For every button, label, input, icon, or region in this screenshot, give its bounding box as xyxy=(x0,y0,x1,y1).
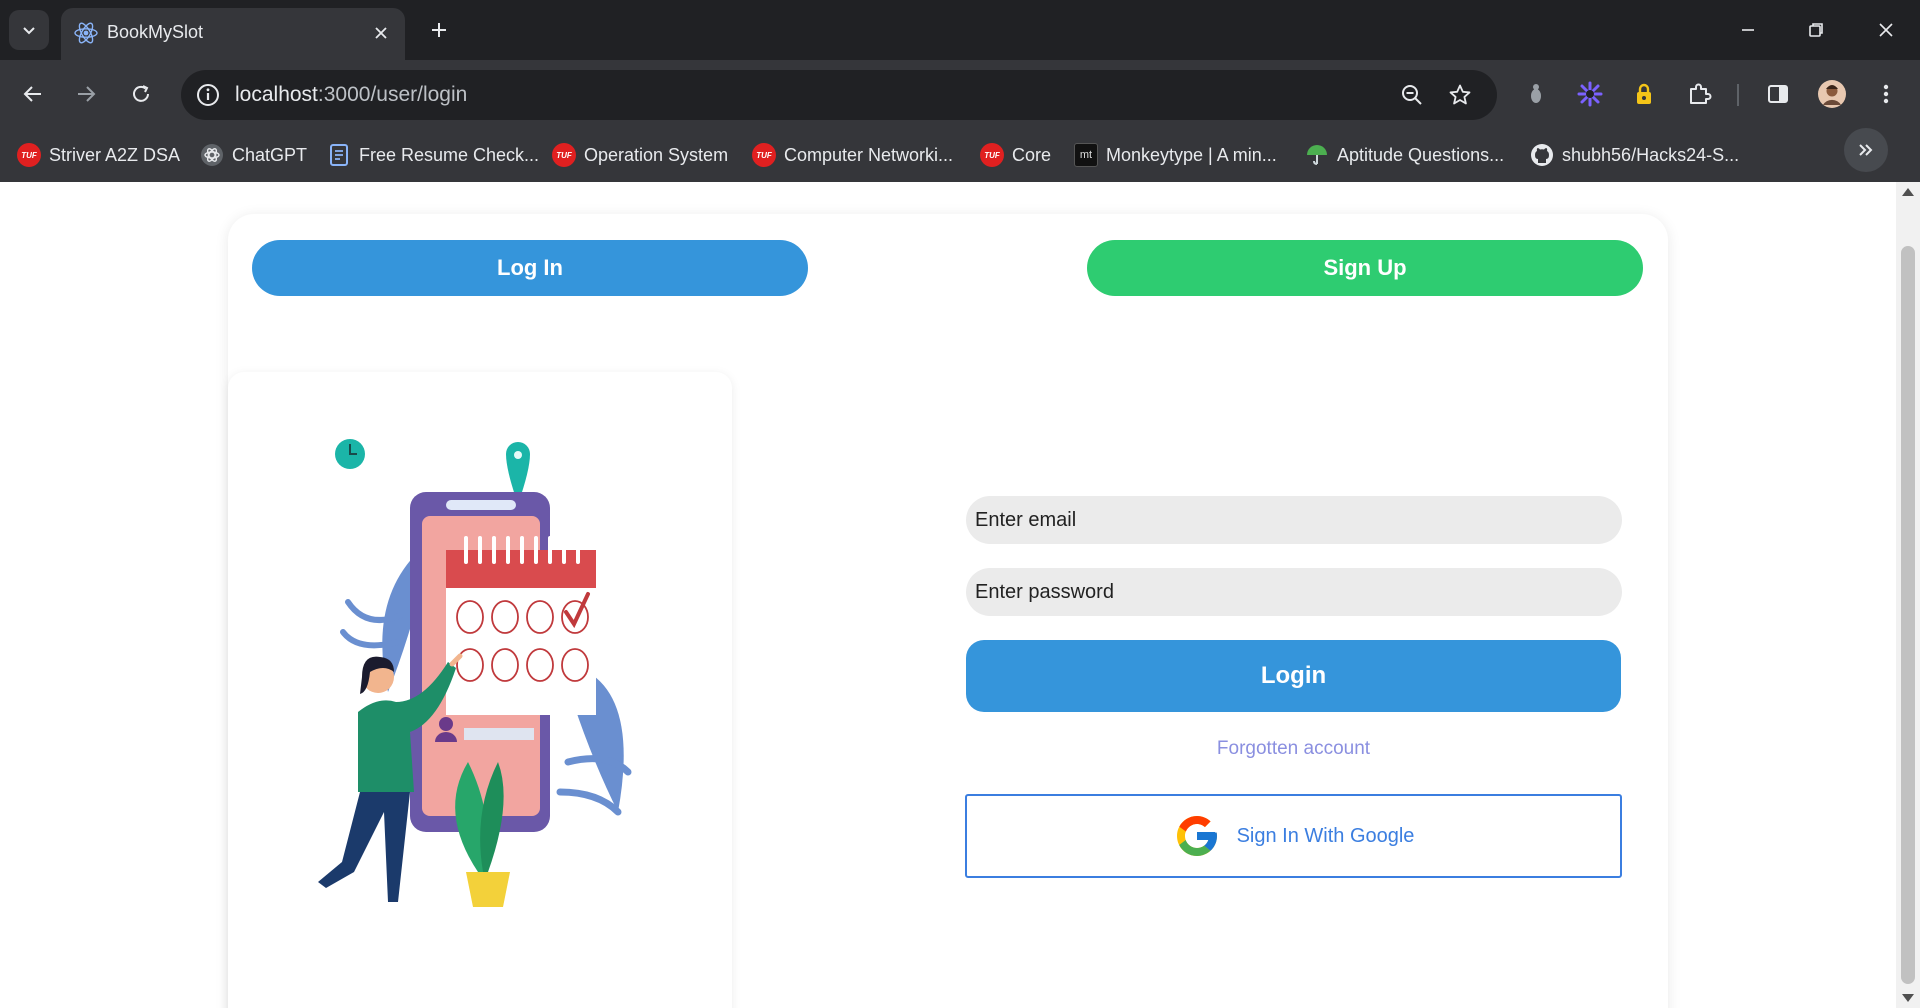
tuf-icon: TUF xyxy=(980,143,1004,167)
reload-button[interactable] xyxy=(121,74,161,114)
arrow-left-icon xyxy=(23,86,41,102)
bookmark-item[interactable]: TUF Computer Networki... xyxy=(752,138,953,172)
address-bar[interactable]: localhost:3000/user/login xyxy=(181,70,1497,120)
double-chevron-right-icon xyxy=(1859,144,1873,156)
indiabix-icon xyxy=(1305,143,1329,167)
bookmark-label: Aptitude Questions... xyxy=(1337,144,1505,165)
booking-illustration xyxy=(318,439,632,907)
extension-button[interactable] xyxy=(1520,78,1552,110)
bookmark-label: Computer Networki... xyxy=(784,144,954,165)
bookmark-label: ChatGPT xyxy=(232,144,308,165)
google-signin-label: Sign In With Google xyxy=(1236,824,1415,847)
bookmark-item[interactable]: mt Monkeytype | A min... xyxy=(1074,138,1277,172)
puzzle-icon xyxy=(1690,83,1712,104)
password-input[interactable] xyxy=(966,568,1622,616)
page-viewport: Log In Sign Up Enter email Login Forgott… xyxy=(0,182,1896,1008)
bookmark-item[interactable]: TUF Striver A2Z DSA xyxy=(17,138,180,172)
toolbar-separator xyxy=(1737,84,1739,106)
login-submit-button[interactable]: Login xyxy=(966,640,1621,712)
chatgpt-icon xyxy=(200,143,224,167)
avatar-icon xyxy=(1818,80,1846,108)
url-path: :3000/user/login xyxy=(317,83,468,106)
close-icon xyxy=(1879,23,1893,37)
minimize-button[interactable] xyxy=(1728,12,1768,48)
github-icon xyxy=(1530,143,1554,167)
bookmark-label: Free Resume Check... xyxy=(359,144,540,165)
resume-icon xyxy=(327,143,351,167)
tuf-icon: TUF xyxy=(552,143,576,167)
bookmark-label: Monkeytype | A min... xyxy=(1106,144,1277,165)
react-icon xyxy=(74,22,98,44)
bookmark-label: shubh56/Hacks24-S... xyxy=(1562,144,1740,165)
bookmark-item[interactable]: shubh56/Hacks24-S... xyxy=(1530,138,1739,172)
bookmark-star-button[interactable] xyxy=(1446,81,1474,109)
url-host: localhost xyxy=(235,83,318,106)
tuf-icon: TUF xyxy=(17,143,41,167)
login-tab-button[interactable]: Log In xyxy=(252,240,808,296)
star-icon xyxy=(1449,84,1471,105)
extensions-menu-button[interactable] xyxy=(1683,78,1715,110)
restore-icon xyxy=(1809,23,1823,37)
sparkle-extension-icon xyxy=(1577,81,1603,107)
tuf-icon: TUF xyxy=(752,143,776,167)
side-panel-icon xyxy=(1768,85,1788,103)
bookmark-item[interactable]: Free Resume Check... xyxy=(327,138,539,172)
bookmark-item[interactable]: TUF Operation System xyxy=(552,138,728,172)
back-button[interactable] xyxy=(13,74,53,114)
scroll-down-arrow[interactable] xyxy=(1902,994,1914,1002)
side-panel-button[interactable] xyxy=(1762,78,1794,110)
bookmark-item[interactable]: TUF Core xyxy=(980,138,1051,172)
kebab-menu-icon xyxy=(1883,84,1889,104)
extension-button[interactable] xyxy=(1574,78,1606,110)
scroll-thumb[interactable] xyxy=(1901,246,1915,984)
illustration-card xyxy=(228,372,732,1008)
close-window-button[interactable] xyxy=(1866,12,1906,48)
new-tab-button[interactable] xyxy=(423,14,455,46)
profile-button[interactable] xyxy=(1816,78,1848,110)
forgot-account-link[interactable]: Forgotten account xyxy=(966,738,1621,760)
scroll-up-arrow[interactable] xyxy=(1902,188,1914,196)
url-text[interactable]: localhost:3000/user/login xyxy=(235,83,467,107)
forward-button[interactable] xyxy=(66,74,106,114)
site-info-icon[interactable] xyxy=(195,82,221,108)
bookmark-item[interactable]: ChatGPT xyxy=(200,138,307,172)
google-signin-button[interactable]: Sign In With Google xyxy=(965,794,1622,878)
restore-button[interactable] xyxy=(1796,12,1836,48)
extension-button[interactable] xyxy=(1628,78,1660,110)
zoom-button[interactable] xyxy=(1398,81,1426,109)
close-icon xyxy=(375,27,387,39)
lock-extension-icon xyxy=(1637,83,1651,104)
zoom-out-icon xyxy=(1402,85,1422,105)
bookmark-label: Striver A2Z DSA xyxy=(49,144,181,165)
reload-icon xyxy=(133,85,149,102)
bookmarks-bar: TUF Striver A2Z DSA ChatGPT Free Resume … xyxy=(0,130,1920,182)
arrow-right-icon xyxy=(78,86,96,102)
active-tab[interactable]: BookMySlot xyxy=(61,8,405,60)
bookmark-item[interactable]: Aptitude Questions... xyxy=(1305,138,1504,172)
signup-tab-button[interactable]: Sign Up xyxy=(1087,240,1643,296)
monkeytype-icon: mt xyxy=(1074,143,1098,167)
email-input[interactable] xyxy=(966,496,1622,544)
more-bookmarks-button[interactable] xyxy=(1844,128,1888,172)
page-scrollbar[interactable] xyxy=(1896,182,1920,1008)
tab-title: BookMySlot xyxy=(107,22,204,42)
bookmark-label: Operation System xyxy=(584,144,729,165)
browser-menu-button[interactable] xyxy=(1870,78,1902,110)
tab-close-button[interactable] xyxy=(369,21,393,45)
bookmark-label: Core xyxy=(1012,144,1052,165)
chevron-down-icon xyxy=(23,27,35,35)
google-icon xyxy=(1176,816,1217,856)
minimize-icon xyxy=(1742,29,1754,31)
plus-icon xyxy=(432,23,446,37)
extension-gray-icon xyxy=(1531,84,1541,103)
tab-strip: BookMySlot xyxy=(0,0,1920,60)
tab-search-button[interactable] xyxy=(9,10,49,50)
